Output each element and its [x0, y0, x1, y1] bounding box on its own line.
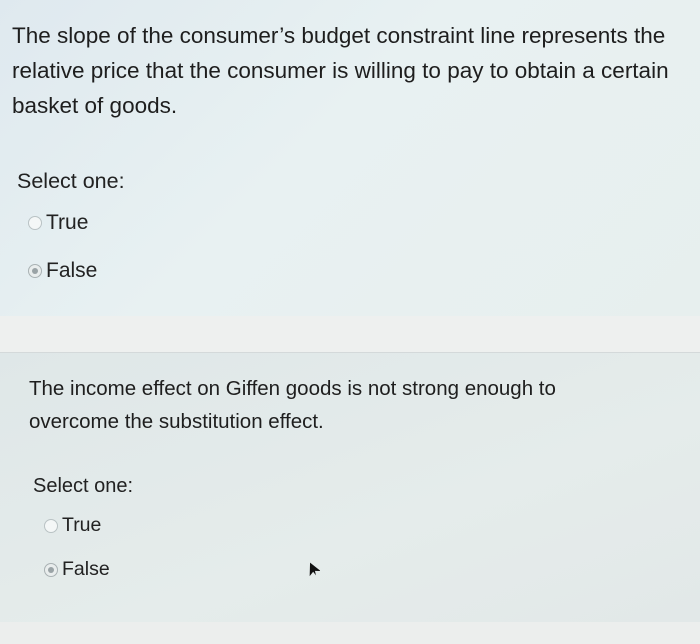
- question-2-option-true[interactable]: True: [44, 514, 101, 537]
- question-1-option-false[interactable]: False: [28, 259, 97, 283]
- page-bottom-strip: [0, 622, 700, 644]
- question-2-option-false-label[interactable]: False: [62, 558, 110, 581]
- question-2-option-true-label[interactable]: True: [62, 514, 101, 537]
- question-separator: [0, 316, 700, 352]
- question-1-option-false-label[interactable]: False: [46, 259, 97, 283]
- question-1-text: The slope of the consumer’s budget const…: [12, 23, 669, 118]
- question-2-card: The income effect on Giffen goods is not…: [0, 352, 700, 622]
- question-1-option-true-label[interactable]: True: [46, 211, 88, 235]
- question-1-card: The slope of the consumer’s budget const…: [0, 0, 700, 316]
- mouse-pointer-icon: [309, 562, 320, 577]
- radio-selected-icon[interactable]: [28, 264, 42, 278]
- radio-unselected-icon[interactable]: [44, 518, 58, 533]
- question-1-option-true[interactable]: True: [28, 211, 88, 235]
- question-1-select-label: Select one:: [17, 169, 125, 193]
- question-2-text: The income effect on Giffen goods is not…: [29, 377, 556, 433]
- question-2-select-label: Select one:: [33, 475, 134, 497]
- radio-selected-icon[interactable]: [44, 562, 58, 577]
- radio-unselected-icon[interactable]: [28, 216, 42, 230]
- question-2-option-false[interactable]: False: [44, 558, 110, 581]
